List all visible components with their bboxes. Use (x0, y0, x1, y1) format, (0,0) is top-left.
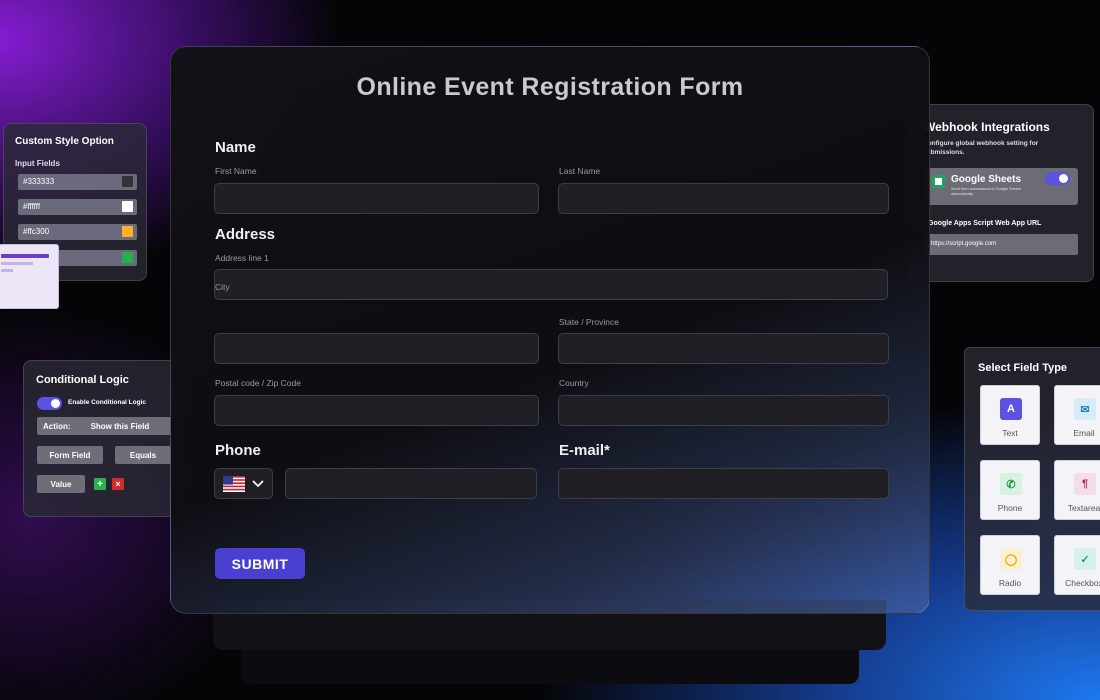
form-title: Online Event Registration Form (356, 73, 744, 101)
field-type-panel: Select Field Type A Text ✉ Email ✆ Phone… (964, 347, 1100, 611)
chevron-down-icon (252, 479, 264, 487)
field-type-textarea[interactable]: ¶ Textarea (1054, 460, 1100, 520)
conditional-logic-title: Conditional Logic (36, 374, 129, 386)
email-icon: ✉ (1074, 398, 1096, 420)
style-row-color-3[interactable]: #ffc300 (18, 224, 137, 240)
value-input[interactable]: Value (37, 475, 85, 493)
style-preview-card (0, 244, 59, 309)
email-heading: E-mail* (559, 442, 610, 459)
style-row-color-2[interactable]: #ffffff (18, 199, 137, 215)
action-select[interactable]: Action: Show this Field (37, 417, 171, 435)
webhook-url-label: Google Apps Script Web App URL (928, 220, 1042, 227)
last-name-input[interactable] (558, 183, 889, 214)
address-line1-label: Address line 1 (215, 253, 269, 263)
address-heading: Address (215, 226, 276, 243)
color-swatch[interactable] (122, 176, 133, 187)
registration-form: Online Event Registration Form Name Firs… (170, 46, 930, 614)
email-input[interactable] (558, 468, 889, 499)
preview-line (1, 262, 33, 265)
text-icon: A (1000, 398, 1022, 420)
conditional-logic-toggle[interactable] (37, 397, 62, 410)
webhook-title: Webhook Integrations (924, 120, 1050, 134)
city-input[interactable] (214, 333, 539, 364)
field-type-title: Select Field Type (978, 362, 1068, 374)
submit-button[interactable]: SUBMIT (215, 548, 305, 579)
field-type-email[interactable]: ✉ Email (1054, 385, 1100, 445)
phone-input[interactable] (285, 468, 537, 499)
preview-bar (1, 254, 49, 258)
textarea-icon: ¶ (1074, 473, 1096, 495)
postal-code-input[interactable] (214, 395, 539, 426)
webhook-panel: Webhook Integrations Configure global we… (909, 104, 1094, 282)
webhook-url-input[interactable]: https://script.google.com (925, 234, 1078, 255)
google-sheets-desc: Send form submissions to Google Sheets a… (951, 187, 1021, 196)
google-sheets-icon (932, 175, 945, 188)
us-flag-icon (222, 475, 245, 492)
country-code-select[interactable] (214, 468, 273, 499)
field-type-checkbox[interactable]: ✓ Checkbox (1054, 535, 1100, 595)
add-condition-button[interactable]: + (94, 478, 106, 490)
first-name-input[interactable] (214, 183, 539, 214)
address-line1-input[interactable]: City (214, 269, 888, 300)
state-label: State / Province (559, 317, 620, 327)
field-type-radio[interactable]: ◯ Radio (980, 535, 1040, 595)
color-swatch[interactable] (122, 201, 133, 212)
country-input[interactable] (558, 395, 889, 426)
form-field-select[interactable]: Form Field (37, 446, 103, 464)
postal-code-label: Postal code / Zip Code (215, 378, 301, 388)
city-label: City (215, 282, 230, 292)
input-fields-label: Input Fields (15, 159, 60, 168)
webhook-description: Configure global webhook setting for sub… (923, 140, 1039, 156)
last-name-label: Last Name (559, 166, 601, 176)
equals-select[interactable]: Equals (115, 446, 171, 464)
google-sheets-name: Google Sheets (951, 174, 1022, 185)
color-swatch[interactable] (122, 226, 133, 237)
radio-icon: ◯ (1000, 548, 1022, 570)
state-input[interactable] (558, 333, 889, 364)
phone-icon: ✆ (1000, 473, 1022, 495)
field-type-phone[interactable]: ✆ Phone (980, 460, 1040, 520)
first-name-label: First Name (215, 166, 257, 176)
google-sheets-card[interactable]: Google Sheets Send form submissions to G… (925, 168, 1078, 205)
toggle-label: Enable Conditional Logic (68, 399, 146, 406)
google-sheets-toggle[interactable] (1045, 172, 1070, 185)
field-type-text[interactable]: A Text (980, 385, 1040, 445)
checkbox-icon: ✓ (1074, 548, 1096, 570)
custom-style-title: Custom Style Option (15, 136, 114, 147)
preview-line (1, 269, 13, 272)
conditional-logic-panel: Conditional Logic Enable Conditional Log… (23, 360, 186, 517)
name-heading: Name (215, 139, 256, 156)
phone-heading: Phone (215, 442, 261, 459)
color-swatch[interactable] (122, 252, 133, 263)
country-label: Country (559, 378, 589, 388)
remove-condition-button[interactable]: × (112, 478, 124, 490)
style-row-color-1[interactable]: #333333 (18, 174, 137, 190)
